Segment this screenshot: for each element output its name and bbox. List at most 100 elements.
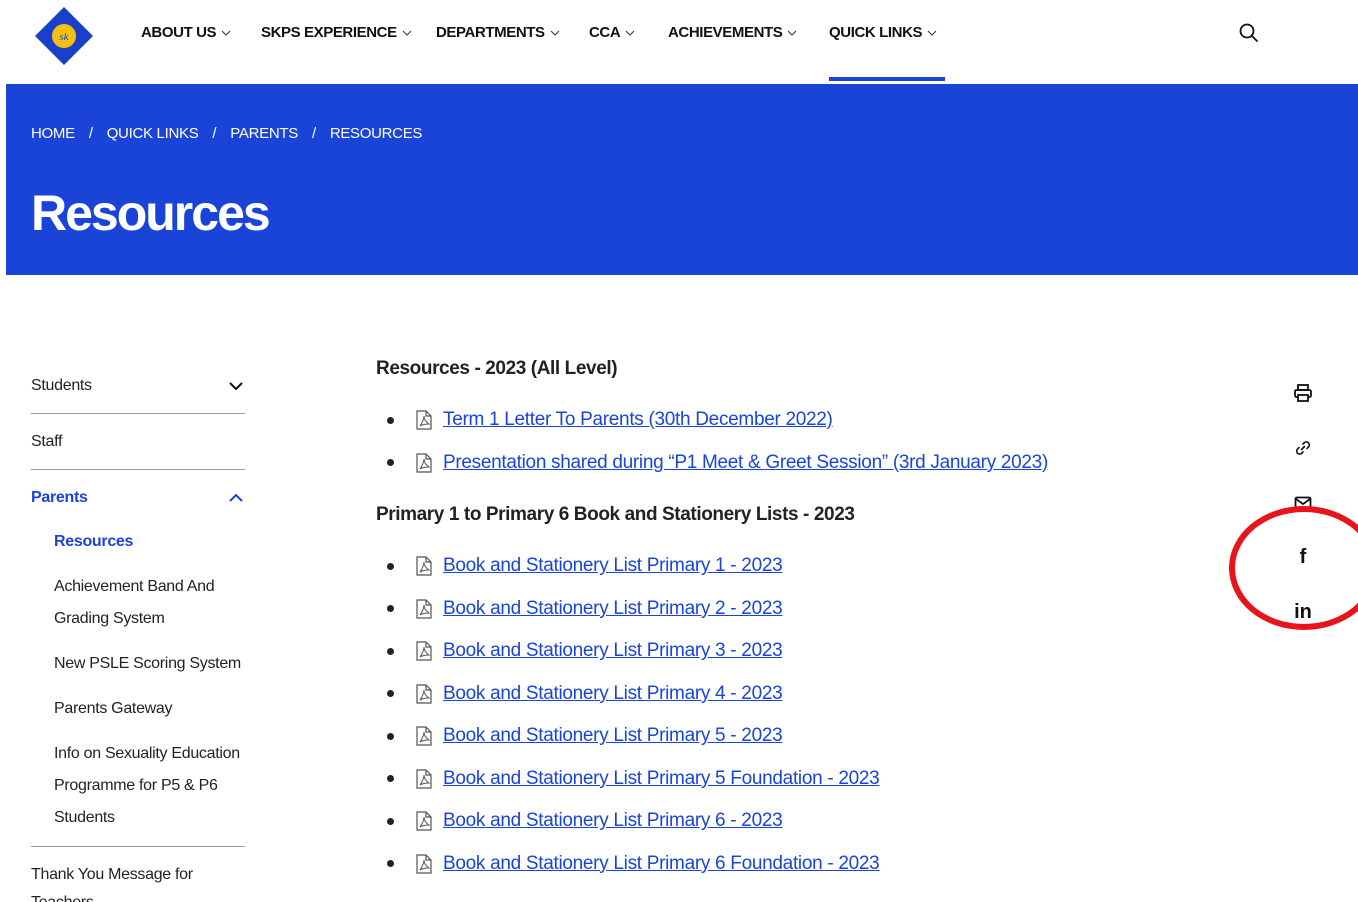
bullet xyxy=(387,775,394,783)
svg-text:sk: sk xyxy=(59,31,69,43)
print-icon xyxy=(1294,383,1312,402)
sidebar-item-thank-you[interactable]: Thank You Message for Teachers xyxy=(31,861,245,902)
bullet xyxy=(387,690,394,698)
pdf-icon xyxy=(416,556,432,576)
sidebar-item-students[interactable]: Students xyxy=(31,358,245,414)
section-heading: Resources - 2023 (All Level) xyxy=(376,358,618,379)
pdf-icon xyxy=(416,811,432,831)
top-navigation: sk ABOUT US SKPS EXPERIENCE DEPARTMENTS … xyxy=(0,0,1358,84)
sidebar-subitem-achievement-band[interactable]: Achievement Band And Grading System xyxy=(54,571,245,635)
nav-quick-links[interactable]: QUICK LINKS xyxy=(829,24,937,41)
list-item: Book and Stationery List Primary 4 - 202… xyxy=(376,673,1236,716)
pdf-icon xyxy=(416,453,432,473)
document-list: Book and Stationery List Primary 1 - 202… xyxy=(376,545,1236,885)
list-item: Book and Stationery List Primary 6 Found… xyxy=(376,843,1236,886)
list-item: Book and Stationery List Primary 1 - 202… xyxy=(376,545,1236,588)
bullet xyxy=(387,817,394,825)
nav-cca[interactable]: CCA xyxy=(589,24,635,41)
nav-label: ACHIEVEMENTS xyxy=(668,24,783,41)
breadcrumb-quick-links[interactable]: QUICK LINKS xyxy=(107,125,199,142)
pdf-icon xyxy=(416,599,432,619)
nav-label: QUICK LINKS xyxy=(829,24,923,41)
document-link[interactable]: Book and Stationery List Primary 4 - 202… xyxy=(443,683,783,705)
nav-achievements[interactable]: ACHIEVEMENTS xyxy=(668,24,797,41)
print-button[interactable] xyxy=(1288,365,1318,420)
breadcrumb-separator: / xyxy=(311,125,316,142)
bullet xyxy=(387,416,394,424)
sidebar-item-label: Parents xyxy=(31,489,88,506)
nav-label: DEPARTMENTS xyxy=(436,24,545,41)
sidebar-subitem-sexuality-education[interactable]: Info on Sexuality Education Programme fo… xyxy=(54,738,245,834)
list-item: Book and Stationery List Primary 5 Found… xyxy=(376,758,1236,801)
pdf-icon xyxy=(416,769,432,789)
chevron-down-icon xyxy=(221,30,231,36)
bullet xyxy=(387,459,394,467)
chevron-up-icon xyxy=(229,493,243,502)
document-link[interactable]: Book and Stationery List Primary 1 - 202… xyxy=(443,555,783,577)
document-link[interactable]: Book and Stationery List Primary 2 - 202… xyxy=(443,598,783,620)
chevron-down-icon xyxy=(788,30,797,36)
document-link[interactable]: Presentation shared during “P1 Meet & Gr… xyxy=(443,452,1048,474)
list-item: Presentation shared during “P1 Meet & Gr… xyxy=(376,442,1236,485)
active-nav-indicator xyxy=(829,77,945,81)
bullet xyxy=(387,647,394,655)
list-item: Book and Stationery List Primary 2 - 202… xyxy=(376,588,1236,631)
sidebar-item-parents[interactable]: Parents xyxy=(31,470,245,526)
chevron-down-icon xyxy=(229,381,243,390)
document-link[interactable]: Book and Stationery List Primary 5 Found… xyxy=(443,768,880,790)
document-link[interactable]: Book and Stationery List Primary 6 Found… xyxy=(443,853,880,875)
sidebar-subitem-resources[interactable]: Resources xyxy=(54,526,245,558)
bullet xyxy=(387,562,394,570)
sidebar-subitem-parents-gateway[interactable]: Parents Gateway xyxy=(54,693,245,725)
nav-about-us[interactable]: ABOUT US xyxy=(141,24,231,41)
list-item: Book and Stationery List Primary 3 - 202… xyxy=(376,630,1236,673)
nav-label: ABOUT US xyxy=(141,24,217,41)
list-item: Book and Stationery List Primary 6 - 202… xyxy=(376,800,1236,843)
page-hero: HOME / QUICK LINKS / PARENTS / RESOURCES… xyxy=(6,84,1358,275)
bullet xyxy=(387,860,394,868)
search-icon xyxy=(1239,23,1258,42)
bullet xyxy=(387,732,394,740)
list-item: Book and Stationery List Primary 5 - 202… xyxy=(376,715,1236,758)
pdf-icon xyxy=(416,410,432,430)
chevron-down-icon xyxy=(550,30,560,36)
nav-departments[interactable]: DEPARTMENTS xyxy=(436,24,560,41)
pdf-icon xyxy=(416,854,432,874)
breadcrumb-resources: RESOURCES xyxy=(329,125,423,142)
document-link[interactable]: Book and Stationery List Primary 3 - 202… xyxy=(443,640,783,662)
pdf-icon xyxy=(416,684,432,704)
breadcrumb-parents[interactable]: PARENTS xyxy=(230,125,298,142)
highlight-circle-annotation xyxy=(1229,506,1358,630)
sidebar: Students Staff Parents Resources Achieve… xyxy=(31,358,245,902)
sidebar-item-staff[interactable]: Staff xyxy=(31,414,245,470)
bullet xyxy=(387,605,394,613)
sidebar-item-label: Staff xyxy=(31,432,63,450)
chevron-down-icon xyxy=(402,30,412,36)
chevron-down-icon xyxy=(625,30,635,36)
nav-label: CCA xyxy=(589,24,621,41)
breadcrumb-home[interactable]: HOME xyxy=(31,125,75,142)
sidebar-subitem-psle-scoring[interactable]: New PSLE Scoring System xyxy=(54,648,245,680)
document-link[interactable]: Term 1 Letter To Parents (30th December … xyxy=(443,409,833,431)
copy-link-button[interactable] xyxy=(1288,420,1318,475)
nav-label: SKPS EXPERIENCE xyxy=(261,24,397,41)
breadcrumb-separator: / xyxy=(88,125,93,142)
document-list: Term 1 Letter To Parents (30th December … xyxy=(376,399,1236,484)
main-content: Resources - 2023 (All Level) Term 1 Lett… xyxy=(376,358,1236,885)
list-item: Term 1 Letter To Parents (30th December … xyxy=(376,399,1236,442)
pdf-icon xyxy=(416,726,432,746)
breadcrumb: HOME / QUICK LINKS / PARENTS / RESOURCES xyxy=(31,125,422,142)
nav-skps-experience[interactable]: SKPS EXPERIENCE xyxy=(261,24,412,41)
breadcrumb-separator: / xyxy=(212,125,217,142)
search-button[interactable] xyxy=(1238,22,1260,44)
link-icon xyxy=(1295,440,1311,455)
section-heading: Primary 1 to Primary 6 Book and Statione… xyxy=(376,504,855,525)
pdf-icon xyxy=(416,641,432,661)
chevron-down-icon xyxy=(927,30,937,36)
sidebar-item-label: Students xyxy=(31,376,92,394)
sidebar-submenu-parents: Resources Achievement Band And Grading S… xyxy=(31,526,245,847)
document-link[interactable]: Book and Stationery List Primary 6 - 202… xyxy=(443,810,783,832)
document-link[interactable]: Book and Stationery List Primary 5 - 202… xyxy=(443,725,783,747)
school-logo[interactable]: sk xyxy=(33,5,95,67)
page-title: Resources xyxy=(31,185,271,241)
